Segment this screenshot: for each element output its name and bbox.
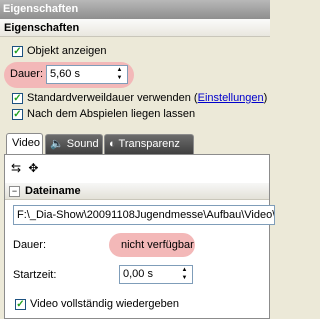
filename-section-title: Dateiname <box>25 185 81 197</box>
start-time-spin-buttons[interactable]: ▲ ▼ <box>178 267 191 282</box>
transparency-icon: ◐ <box>109 138 116 150</box>
keep-after-play-label: Nach dem Abspielen liegen lassen <box>27 108 196 120</box>
show-object-checkbox[interactable]: ✓ <box>12 46 23 57</box>
duration-label: Dauer: <box>10 68 44 80</box>
play-full-checkbox[interactable]: ✓ <box>15 299 26 310</box>
window-title: Eigenschaften <box>3 3 79 15</box>
tab-transparenz-label: Transparenz <box>118 138 180 150</box>
filename-section-header[interactable]: − Dateiname <box>5 183 269 200</box>
duration-value[interactable]: 5,60 s <box>50 68 80 80</box>
start-time-value[interactable]: 0,00 s <box>123 268 153 280</box>
keep-after-play-checkbox[interactable]: ✓ <box>12 109 23 120</box>
spin-up-icon[interactable]: ▲ <box>178 267 191 275</box>
spin-down-icon[interactable]: ▼ <box>113 75 126 83</box>
start-time-spinbox[interactable]: 0,00 s ▲ ▼ <box>119 265 193 284</box>
panel-title: Eigenschaften <box>4 22 80 34</box>
video-duration-label: Dauer: <box>13 239 47 251</box>
speaker-icon: 🔈 <box>50 138 64 150</box>
play-full-label: Video vollständig wiedergeben <box>30 298 180 310</box>
tab-sound-label: Sound <box>66 138 99 150</box>
start-time-label: Startzeit: <box>13 269 57 281</box>
spin-down-icon[interactable]: ▼ <box>178 275 191 283</box>
file-path-field[interactable]: F:\_Dia-Show\20091108Jugendmesse\Aufbau\… <box>13 205 275 225</box>
tab-sound[interactable]: 🔈 Sound <box>45 134 103 154</box>
video-tab-panel: ⇆ ✥ − Dateiname F:\_Dia-Show\20091108Juge… <box>4 154 275 319</box>
panel-header: Eigenschaften <box>0 19 270 37</box>
tab-video-label: Video <box>12 137 40 149</box>
standard-duration-checkbox[interactable]: ✓ <box>12 93 23 104</box>
show-object-label: Objekt anzeigen <box>27 45 107 57</box>
toolbar: ⇆ ✥ <box>11 161 38 175</box>
standard-duration-close: ) <box>263 92 268 104</box>
tab-transparenz[interactable]: ◐ Transparenz <box>104 134 194 154</box>
collapse-icon[interactable]: − <box>9 185 20 197</box>
duration-spinbox[interactable]: 5,60 s ▲ ▼ <box>46 65 128 84</box>
spin-up-icon[interactable]: ▲ <box>113 67 126 75</box>
video-duration-value: nicht verfügbar <box>121 239 194 251</box>
window-title-bar: Eigenschaften <box>0 0 270 19</box>
file-path-value[interactable]: F:\_Dia-Show\20091108Jugendmesse\Aufbau\… <box>17 209 274 222</box>
component-icon[interactable]: ✥ <box>28 161 38 175</box>
sort-icon[interactable]: ⇆ <box>11 161 21 175</box>
standard-duration-label: Standardverweildauer verwenden ( <box>27 92 198 104</box>
duration-spin-buttons[interactable]: ▲ ▼ <box>113 67 126 82</box>
tab-video[interactable]: Video <box>6 133 43 154</box>
settings-link[interactable]: Einstellungen <box>198 92 264 104</box>
